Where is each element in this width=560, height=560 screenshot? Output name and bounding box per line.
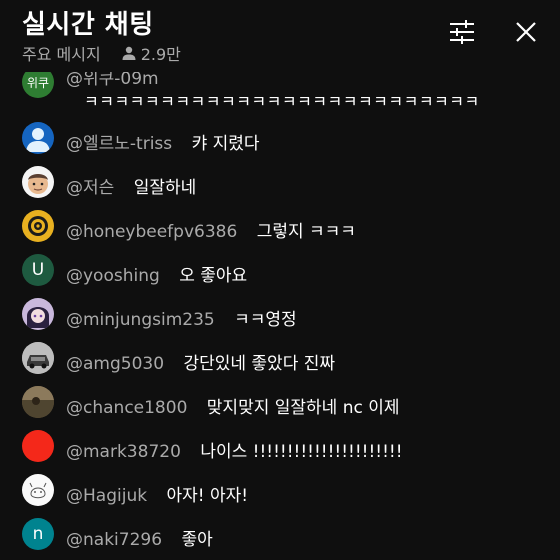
avatar-initials: n bbox=[32, 524, 44, 544]
viewer-count: 2.9만 bbox=[121, 41, 181, 65]
message-text: 강단있네 좋았다 진짜 bbox=[183, 354, 336, 374]
message-text: ㅋㅋ영정 bbox=[234, 310, 297, 330]
message-text: 그렇지 ㅋㅋㅋ bbox=[256, 222, 356, 242]
viewer-count-value: 2.9만 bbox=[140, 45, 181, 64]
avatar[interactable] bbox=[22, 210, 54, 242]
avatar[interactable] bbox=[22, 166, 54, 198]
message-line: @amg5030 강단있네 좋았다 진짜 bbox=[66, 349, 335, 374]
chat-message: @amg5030 강단있네 좋았다 진짜 bbox=[22, 340, 550, 376]
avatar[interactable] bbox=[22, 122, 54, 154]
message-line: @naki7296 좋아 bbox=[66, 525, 213, 550]
message-line: @yooshing 오 좋아요 bbox=[66, 261, 247, 286]
message-author[interactable]: @위쿠-09m bbox=[66, 69, 159, 89]
chat-message: @chance1800 맞지맞지 일잘하네 nc 이제 bbox=[22, 384, 550, 420]
chat-message: @mark38720 나이스 !!!!!!!!!!!!!!!!!!!!!! bbox=[22, 428, 550, 464]
avatar[interactable] bbox=[22, 386, 54, 418]
message-line: @chance1800 맞지맞지 일잘하네 nc 이제 bbox=[66, 393, 400, 418]
message-author[interactable]: @honeybeefpv6386 bbox=[66, 222, 237, 242]
message-author[interactable]: @naki7296 bbox=[66, 530, 162, 550]
tune-sliders-icon bbox=[450, 20, 474, 44]
message-text: 좋아 bbox=[181, 530, 213, 550]
message-text: 나이스 !!!!!!!!!!!!!!!!!!!!!! bbox=[200, 442, 403, 462]
default-user-avatar-icon bbox=[26, 128, 50, 152]
message-author[interactable]: @mark38720 bbox=[66, 442, 181, 462]
memoji-face-avatar-icon bbox=[28, 174, 48, 194]
message-text: 맞지맞지 일잘하네 nc 이제 bbox=[206, 398, 400, 418]
close-icon bbox=[516, 22, 536, 42]
message-line: @mark38720 나이스 !!!!!!!!!!!!!!!!!!!!!! bbox=[66, 437, 403, 462]
avatar[interactable]: n bbox=[22, 518, 54, 550]
message-line: @honeybeefpv6386 그렇지 ㅋㅋㅋ bbox=[66, 217, 356, 242]
message-line: @저슨 일잘하네 bbox=[66, 173, 196, 198]
anime-character-avatar-icon bbox=[27, 307, 49, 328]
message-author[interactable]: @chance1800 bbox=[66, 398, 187, 418]
chat-message: U @yooshing 오 좋아요 bbox=[22, 252, 550, 288]
message-line: @엘르노-triss 캬 지렸다 bbox=[66, 129, 260, 154]
chat-subtitle: 주요 메시지 2.9만 bbox=[22, 42, 181, 64]
chat-mode-selector[interactable]: 주요 메시지 bbox=[22, 41, 101, 65]
chat-message: @honeybeefpv6386 그렇지 ㅋㅋㅋ bbox=[22, 208, 550, 244]
avatar[interactable] bbox=[22, 298, 54, 330]
message-author[interactable]: @Hagijuk bbox=[66, 486, 147, 506]
message-text: 오 좋아요 bbox=[179, 266, 248, 286]
message-text: 캬 지렸다 bbox=[191, 134, 260, 154]
chat-message: @Hagijuk 아자! 아자! bbox=[22, 472, 550, 508]
avatar[interactable]: U bbox=[22, 254, 54, 286]
chat-message: @저슨 일잘하네 bbox=[22, 164, 550, 200]
message-text-continuation: ㅋㅋㅋㅋㅋㅋㅋㅋㅋㅋㅋㅋㅋㅋㅋㅋㅋㅋㅋㅋㅋㅋㅋㅋㅋㅋ bbox=[84, 92, 480, 111]
landscape-photo-avatar-icon bbox=[22, 386, 54, 418]
chat-header: 실시간 채팅 주요 메시지 2.9만 bbox=[0, 0, 560, 72]
avatar-initials: 위쿠 bbox=[26, 75, 50, 90]
message-line: @minjungsim235 ㅋㅋ영정 bbox=[66, 305, 297, 330]
message-text: 일잘하네 bbox=[133, 178, 197, 198]
chat-message-list[interactable]: 위쿠 @위쿠-09m ㅋㅋㅋㅋㅋㅋㅋㅋㅋㅋㅋㅋㅋㅋㅋㅋㅋㅋㅋㅋㅋㅋㅋㅋㅋㅋ @엘… bbox=[0, 58, 560, 560]
message-author[interactable]: @amg5030 bbox=[66, 354, 164, 374]
chat-message: @엘르노-triss 캬 지렸다 bbox=[22, 120, 550, 156]
close-button[interactable] bbox=[510, 16, 542, 48]
chat-title: 실시간 채팅 bbox=[22, 10, 154, 40]
message-author[interactable]: @저슨 bbox=[66, 178, 114, 198]
avatar[interactable] bbox=[22, 430, 54, 462]
sketch-drawing-avatar-icon bbox=[29, 482, 47, 499]
target-logo-avatar-icon bbox=[28, 216, 48, 236]
message-author[interactable]: @엘르노-triss bbox=[66, 134, 172, 154]
avatar-initials: U bbox=[31, 260, 45, 280]
message-line: @Hagijuk 아자! 아자! bbox=[66, 481, 248, 506]
chat-message: n @naki7296 좋아 bbox=[22, 516, 550, 552]
avatar[interactable] bbox=[22, 474, 54, 506]
avatar[interactable] bbox=[22, 342, 54, 374]
message-author[interactable]: @minjungsim235 bbox=[66, 310, 215, 330]
car-photo-avatar-icon bbox=[22, 342, 54, 374]
filter-button[interactable] bbox=[446, 16, 478, 48]
message-text: 아자! 아자! bbox=[166, 486, 249, 506]
message-author[interactable]: @yooshing bbox=[66, 266, 160, 286]
chat-message: @minjungsim235 ㅋㅋ영정 bbox=[22, 296, 550, 332]
person-icon bbox=[122, 46, 136, 60]
